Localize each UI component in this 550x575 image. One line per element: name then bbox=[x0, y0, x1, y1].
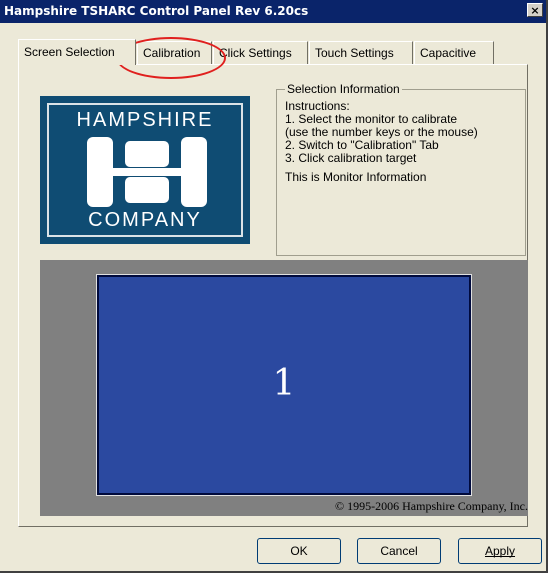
selection-information-group: Selection Information Instructions: 1. S… bbox=[276, 82, 526, 256]
tab-label: Capacitive bbox=[420, 46, 477, 60]
monitor-information: This is Monitor Information bbox=[285, 170, 427, 184]
apply-button[interactable]: Apply bbox=[458, 538, 542, 564]
close-button[interactable]: × bbox=[527, 3, 543, 17]
window-title: Hampshire TSHARC Control Panel Rev 6.20c… bbox=[4, 4, 309, 18]
group-legend: Selection Information bbox=[285, 82, 402, 96]
hampshire-logo: HAMPSHIRE COMPANY bbox=[40, 96, 250, 244]
monitor-layout-area: 1 © 1995-2006 Hampshire Company, Inc. bbox=[40, 260, 528, 516]
logo-bottom-text: COMPANY bbox=[88, 209, 202, 231]
monitor-number: 1 bbox=[272, 363, 296, 404]
h-emblem-icon bbox=[87, 137, 207, 207]
apply-label: Apply bbox=[484, 544, 516, 558]
tab-screen-selection[interactable]: Screen Selection bbox=[18, 39, 136, 65]
logo-top-text: HAMPSHIRE bbox=[76, 109, 214, 131]
close-icon: × bbox=[530, 3, 540, 17]
tab-touch-settings[interactable]: Touch Settings bbox=[309, 41, 413, 64]
instruction-step-3: 3. Click calibration target bbox=[285, 151, 417, 165]
tab-label: Touch Settings bbox=[315, 46, 394, 60]
tab-click-settings[interactable]: Click Settings bbox=[213, 41, 308, 64]
ok-label: OK bbox=[290, 544, 308, 558]
title-bar[interactable]: Hampshire TSHARC Control Panel Rev 6.20c… bbox=[0, 0, 546, 23]
copyright-text: © 1995-2006 Hampshire Company, Inc. bbox=[335, 499, 528, 513]
tab-label: Screen Selection bbox=[24, 45, 115, 59]
cancel-label: Cancel bbox=[380, 544, 418, 558]
cancel-button[interactable]: Cancel bbox=[357, 538, 441, 564]
control-panel-window: Hampshire TSHARC Control Panel Rev 6.20c… bbox=[0, 0, 548, 573]
tab-capacitive[interactable]: Capacitive bbox=[414, 41, 494, 64]
instructions-text: Instructions: 1. Select the monitor to c… bbox=[285, 100, 478, 184]
tab-label: Click Settings bbox=[219, 46, 292, 60]
ok-button[interactable]: OK bbox=[257, 538, 341, 564]
monitor-1[interactable]: 1 bbox=[96, 274, 472, 496]
logo-frame: HAMPSHIRE COMPANY bbox=[47, 103, 243, 237]
